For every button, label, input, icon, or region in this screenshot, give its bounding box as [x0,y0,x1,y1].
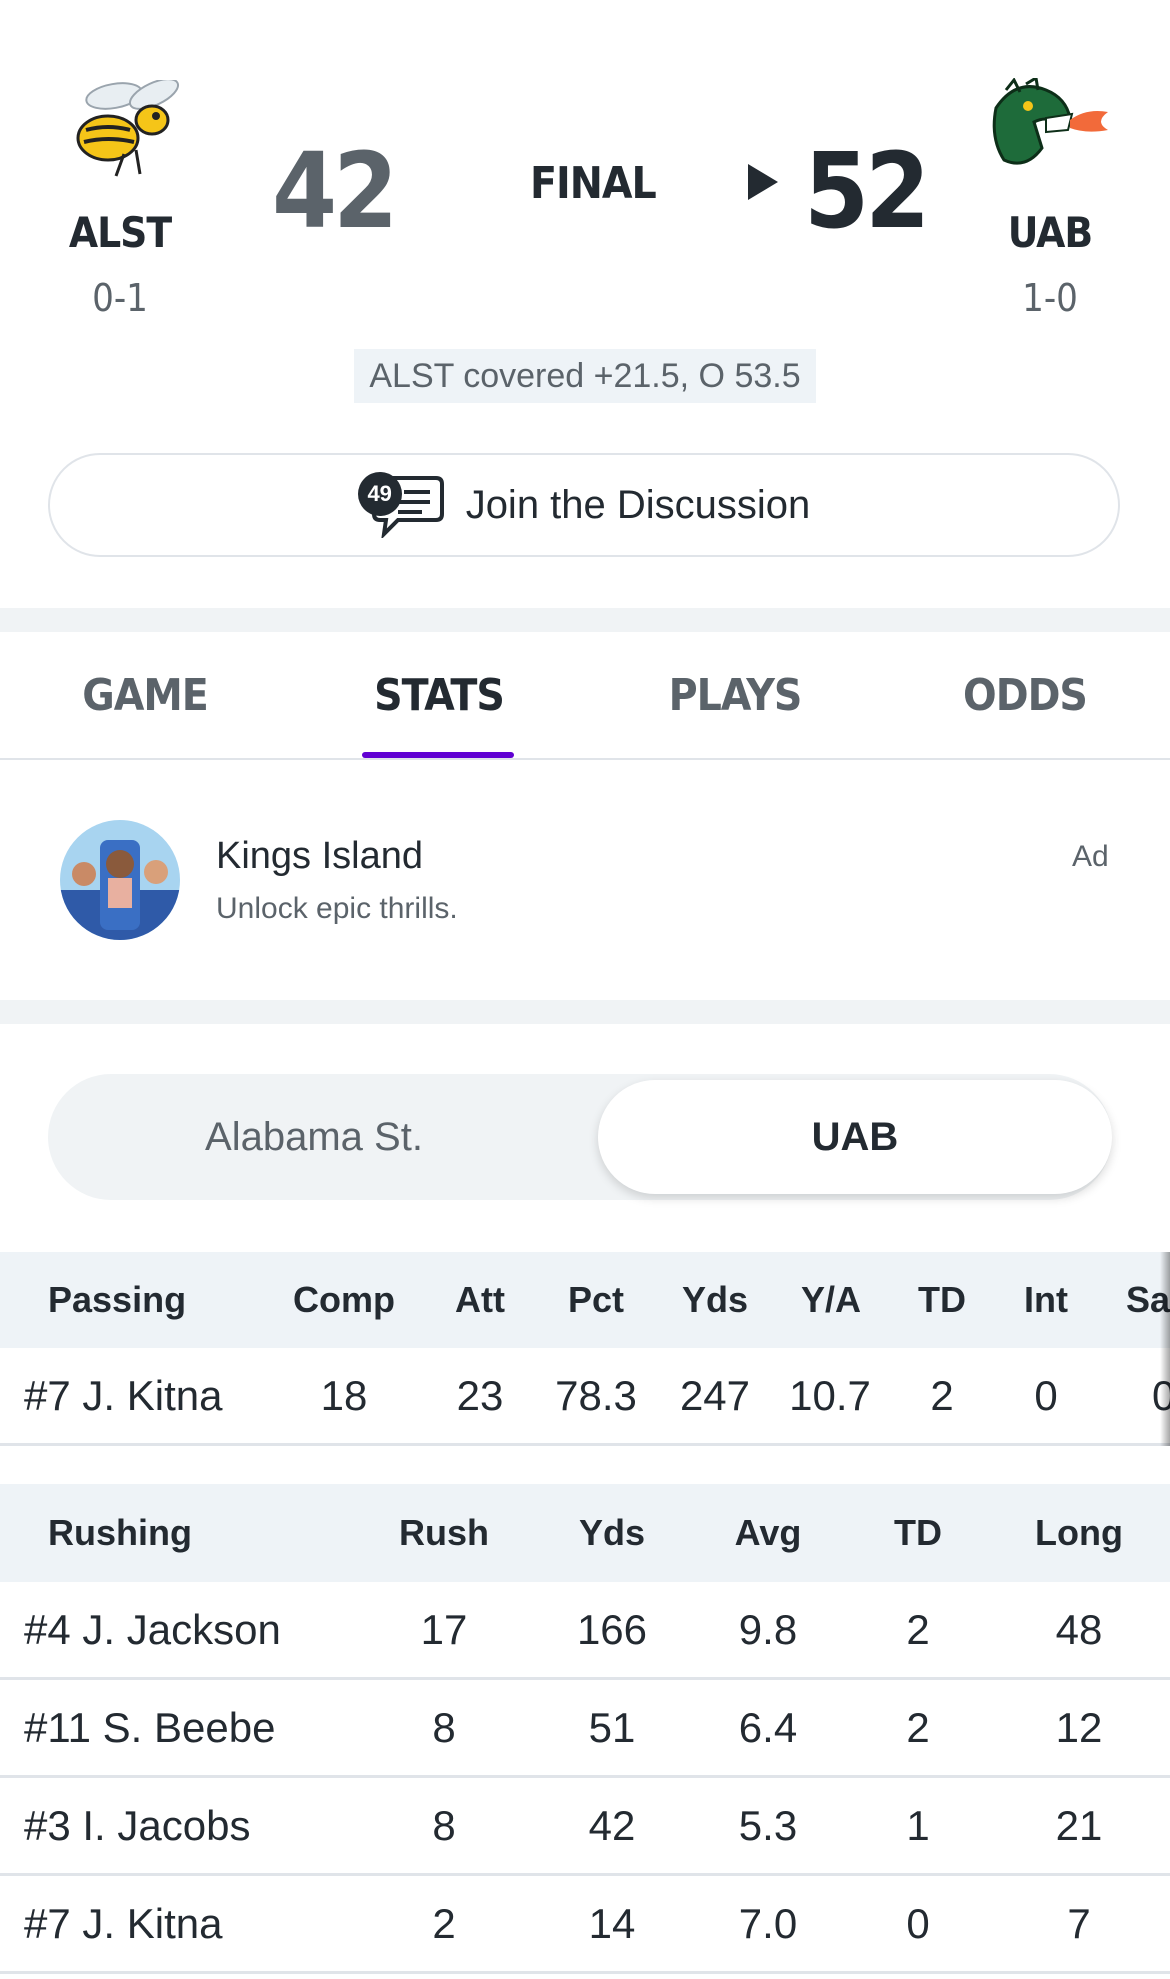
stat-cell: 1 [906,1801,930,1849]
comment-count-badge: 49 [357,472,402,516]
column-header: Yds [578,1512,646,1553]
column-header: Avg [734,1512,802,1553]
ad-image[interactable] [60,820,180,940]
table-row[interactable]: #3 I. Jacobs 8 42 5.3 1 21 [0,1778,1170,1876]
player-name[interactable]: #7 J. Kitna [24,1876,222,1971]
play-triangle-icon [744,162,780,202]
table-row[interactable]: #7 J. Kitna 18 23 78.3 247 10.7 2 0 0 [0,1348,1170,1446]
stat-cell: 2 [930,1371,954,1419]
column-header: Comp [293,1279,395,1320]
table-row[interactable]: #4 J. Jackson 17 166 9.8 2 48 [0,1582,1170,1680]
away-team-record: 0-1 [92,276,148,320]
stat-cell: 2 [906,1703,930,1751]
stat-cell: 8 [432,1801,456,1849]
home-team-logo[interactable] [986,75,1112,182]
column-header: TD [918,1279,966,1320]
column-header: Passing [48,1279,187,1320]
stat-cell: 7 [1067,1899,1091,1947]
stat-cell: 8 [432,1703,456,1751]
stat-cell: 247 [679,1371,751,1419]
join-discussion-button[interactable]: 49 Join the Discussion [48,453,1120,557]
stat-cell: 21 [1055,1801,1103,1849]
home-team-abbr[interactable]: UAB [950,208,1150,257]
section-divider [0,1000,1170,1024]
column-header: Long [1035,1512,1123,1553]
ad-subtitle: Unlock epic thrills. [216,892,458,925]
game-status: FINAL [530,158,657,209]
join-discussion-label: Join the Discussion [465,482,811,527]
ad-label: Ad [1072,840,1109,873]
stat-cell: 14 [588,1899,636,1947]
stat-cell: 78.3 [555,1371,637,1419]
column-header: Rush [399,1512,489,1553]
stat-cell: 0 [906,1899,930,1947]
player-name[interactable]: #11 S. Beebe [24,1680,275,1775]
player-name[interactable]: #3 I. Jacobs [24,1778,250,1873]
player-name[interactable]: #4 J. Jackson [24,1582,281,1677]
tab-stats[interactable]: STATS [324,632,554,758]
tab-game[interactable]: GAME [30,632,260,758]
table-row[interactable]: #11 S. Beebe 8 51 6.4 2 12 [0,1680,1170,1778]
team-option-alabama-st[interactable]: Alabama St. [54,1080,574,1194]
column-header: Att [455,1279,505,1320]
stat-cell: 10.7 [789,1371,871,1419]
home-team-record: 1-0 [1022,276,1078,320]
away-team-logo[interactable] [56,78,186,180]
stat-cell: 2 [906,1605,930,1653]
stat-cell: 18 [320,1371,368,1419]
away-team-abbr[interactable]: ALST [20,208,220,257]
stat-cell: 7.0 [738,1899,798,1947]
odds-summary: ALST covered +21.5, O 53.5 [354,349,816,403]
away-score: 42 [272,130,398,252]
rushing-header-row: Rushing Rush Yds Avg TD Long [0,1484,1170,1582]
stat-cell: 6.4 [738,1703,798,1751]
column-header: Int [1024,1279,1068,1320]
chat-bubble-icon: 49 [357,472,444,538]
stat-cell: 42 [588,1801,636,1849]
column-header: Yds [681,1279,749,1320]
team-option-uab[interactable]: UAB [598,1080,1112,1194]
passing-header-row: Passing Comp Att Pct Yds Y/A TD Int Sa [0,1252,1170,1348]
column-header: TD [894,1512,942,1553]
stat-cell: 2 [432,1899,456,1947]
section-divider [0,608,1170,632]
stat-cell: 12 [1055,1703,1103,1751]
stat-cell: 48 [1055,1605,1103,1653]
active-tab-indicator [362,752,514,758]
column-header: Y/A [800,1279,861,1320]
ad-title[interactable]: Kings Island [216,835,423,878]
stat-cell: 9.8 [738,1605,798,1653]
table-row[interactable]: #7 J. Kitna 2 14 7.0 0 7 [0,1876,1170,1974]
stat-cell: 0 [1034,1371,1058,1419]
column-header: Rushing [48,1512,192,1553]
home-score: 52 [804,130,930,252]
horizontal-scroll-indicator[interactable] [1160,1252,1170,1446]
tab-odds[interactable]: ODDS [910,632,1140,758]
stat-cell: 5.3 [738,1801,798,1849]
stat-cell: 23 [456,1371,504,1419]
tab-plays[interactable]: PLAYS [620,632,850,758]
stat-cell: 51 [588,1703,636,1751]
stat-cell: 17 [420,1605,468,1653]
stat-cell: 166 [576,1605,648,1653]
tab-bar: GAME STATS PLAYS ODDS [0,632,1170,760]
column-header: Pct [567,1279,625,1320]
player-name[interactable]: #7 J. Kitna [24,1348,222,1443]
